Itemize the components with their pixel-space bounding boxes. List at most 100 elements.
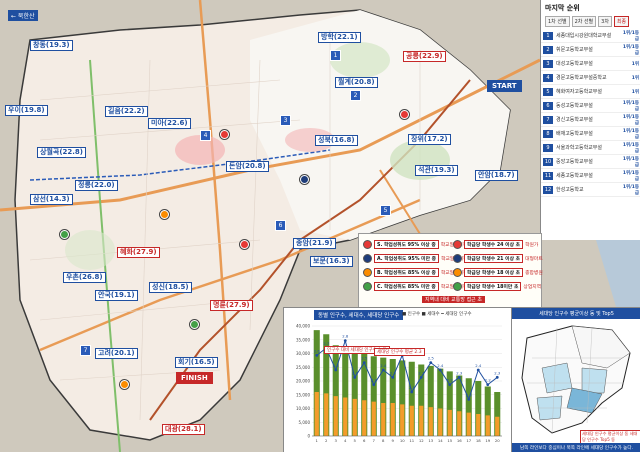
station-label[interactable]: 명륜(27.9) xyxy=(210,300,253,311)
x-tick-label: 20 xyxy=(495,438,500,443)
x-tick-label: 16 xyxy=(457,438,462,443)
school-dot[interactable] xyxy=(220,130,229,139)
line-point xyxy=(476,368,480,372)
school-dot[interactable] xyxy=(400,110,409,119)
station-label[interactable]: 대광(28.1) xyxy=(162,424,205,435)
station-label[interactable]: 안암(18.7) xyxy=(475,170,518,181)
ranking-row[interactable]: 11 세종고등학교부설 1위/1등급 xyxy=(541,169,640,183)
y-tick-label: 10,000 xyxy=(296,406,310,411)
station-label[interactable]: 우이(19.8) xyxy=(5,105,48,116)
ranking-panel: 마지막 순위 1차 선별 2차 선별 3차 최종 1 세종대입시강원대학교부설 1위… xyxy=(540,0,640,240)
y-tick-label: 40,000 xyxy=(296,324,310,329)
data-label: 2.3 xyxy=(456,370,463,375)
x-tick-label: 15 xyxy=(447,438,452,443)
inset-legend-note: 세대당 인구수 평균이상 동 세대당 인구수 Top5 동 xyxy=(580,430,640,444)
ranking-row[interactable]: 8 배재고등학교부설 1위/1등급 xyxy=(541,127,640,141)
station-label[interactable]: 길음(22.2) xyxy=(105,106,148,117)
filter-button[interactable]: 3차 xyxy=(598,16,612,27)
filter-button[interactable]: 최종 xyxy=(613,16,630,27)
station-label[interactable]: 종암(21.9) xyxy=(293,238,336,249)
chart-annotation: 세대당 인구수 평균 2.3 xyxy=(374,348,425,356)
legend-swatch xyxy=(363,282,372,291)
data-label: 2.3 xyxy=(352,370,359,375)
ranking-row[interactable]: 10 중앙고등학교부설 1위/1등급 xyxy=(541,155,640,169)
x-tick-label: 10 xyxy=(400,438,405,443)
legend-swatch xyxy=(453,282,462,291)
y-tick-label: 25,000 xyxy=(296,365,310,370)
bar-households xyxy=(381,403,386,436)
filter-button[interactable]: 2차 선별 xyxy=(571,16,597,27)
station-label[interactable]: 돈암(20.8) xyxy=(226,161,269,172)
data-label: 2.4 xyxy=(475,363,482,368)
line-point xyxy=(362,361,366,365)
school-marker[interactable]: 1 xyxy=(330,50,341,61)
station-label[interactable]: 안국(19.1) xyxy=(95,290,138,301)
school-dot[interactable] xyxy=(300,175,309,184)
line-point xyxy=(410,390,414,394)
ranking-row[interactable]: 1 세종대입시강원대학교부설 1위/1등급 xyxy=(541,29,640,43)
station-label[interactable]: 장위(17.2) xyxy=(408,134,451,145)
station-label[interactable]: 공릉(22.9) xyxy=(403,51,446,62)
school-marker[interactable]: 2 xyxy=(350,90,361,101)
school-marker[interactable]: 6 xyxy=(275,220,286,231)
school-dot[interactable] xyxy=(120,380,129,389)
x-tick-label: 2 xyxy=(325,438,328,443)
ranking-row[interactable]: 9 서울과학고등학교부설 1위/1등급 xyxy=(541,141,640,155)
station-label[interactable]: 성신(18.5) xyxy=(149,282,192,293)
school-marker[interactable]: 5 xyxy=(380,205,391,216)
ranking-row[interactable]: 3 대성고등학교부설 1위 xyxy=(541,57,640,71)
line-point xyxy=(467,397,471,401)
legend-swatch xyxy=(453,254,462,263)
ranking-row[interactable]: 7 경신고등학교부설 1위/1등급 xyxy=(541,113,640,127)
inset-title: 세대당 인구수 평균이상 동 및 Top5 xyxy=(512,308,640,319)
station-label[interactable]: 월계(20.8) xyxy=(335,77,378,88)
inset-caption: 남쪽 라인보다 중심이나 북쪽 라인에 세대당 인구수가 높다. xyxy=(512,443,640,452)
line-point xyxy=(372,383,376,387)
ranking-row[interactable]: 4 경문고등학교부설중학교 1위 xyxy=(541,71,640,85)
station-label[interactable]: 방학(22.1) xyxy=(318,32,361,43)
station-label[interactable]: 고려(20.1) xyxy=(95,348,138,359)
bar-households xyxy=(457,411,462,436)
school-marker[interactable]: 4 xyxy=(200,130,211,141)
station-label[interactable]: 창동(19.3) xyxy=(30,40,73,51)
data-label: 2.8 xyxy=(342,334,349,339)
station-label[interactable]: 보문(16.3) xyxy=(310,256,353,267)
bar-households xyxy=(466,412,471,436)
y-tick-label: 20,000 xyxy=(296,379,310,384)
ranking-row[interactable]: 6 동성고등학교부설 1위/1등급 xyxy=(541,99,640,113)
bar-households xyxy=(333,396,338,436)
station-label[interactable]: 상월곡(22.8) xyxy=(37,147,86,158)
legend-item: 학급당 학생수 18미만 초 상업지역 xyxy=(453,282,541,291)
x-tick-label: 4 xyxy=(344,438,347,443)
x-tick-label: 17 xyxy=(466,438,471,443)
station-label[interactable]: 우촌(26.8) xyxy=(63,272,106,283)
school-dot[interactable] xyxy=(240,240,249,249)
school-marker[interactable]: 7 xyxy=(80,345,91,356)
station-label[interactable]: 정릉(22.0) xyxy=(75,180,118,191)
bar-households xyxy=(476,414,481,436)
ranking-row[interactable]: 2 휘문고등학교부설 1위/1등급 xyxy=(541,43,640,57)
x-tick-label: 13 xyxy=(428,438,433,443)
ranking-filters: 1차 선별 2차 선별 3차 최종 xyxy=(541,14,640,29)
school-dot[interactable] xyxy=(160,210,169,219)
line-point xyxy=(343,339,347,343)
ranking-row[interactable]: 5 혜화여자고등학교부설 1위 xyxy=(541,85,640,99)
station-label[interactable]: 석관(19.3) xyxy=(415,165,458,176)
station-label[interactable]: 혜화(27.9) xyxy=(117,247,160,258)
station-label[interactable]: 삼선(14.3) xyxy=(30,194,73,205)
chart-legend: ■ 인구수 ■ 세대수 ━ 세대당 인구수 xyxy=(402,312,472,317)
ranking-row[interactable]: 12 한성고등학교 1위/1등급 xyxy=(541,183,640,197)
bar-households xyxy=(324,393,329,436)
line-point xyxy=(315,353,319,357)
north-direction-label: ← 북한산 xyxy=(8,10,38,21)
data-label: 2.4 xyxy=(380,363,387,368)
ranking-list: 1 세종대입시강원대학교부설 1위/1등급 2 휘문고등학교부설 1위/1등급 3 대성고… xyxy=(541,29,640,197)
school-dot[interactable] xyxy=(190,320,199,329)
legend-swatch xyxy=(363,254,372,263)
school-dot[interactable] xyxy=(60,230,69,239)
school-marker[interactable]: 3 xyxy=(280,115,291,126)
station-label[interactable]: 회기(16.5) xyxy=(175,357,218,368)
station-label[interactable]: 성북(16.8) xyxy=(315,135,358,146)
filter-button[interactable]: 1차 선별 xyxy=(545,16,570,27)
station-label[interactable]: 미아(22.6) xyxy=(148,118,191,129)
